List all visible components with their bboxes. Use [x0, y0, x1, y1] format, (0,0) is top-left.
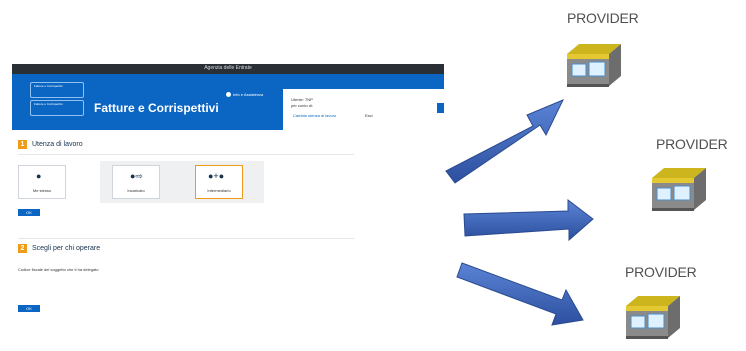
provider-building-icon-2 [652, 168, 706, 211]
provider-label-2: PROVIDER [656, 136, 728, 152]
provider-label-1: PROVIDER [567, 10, 639, 26]
provider-building-icon-1 [567, 44, 621, 87]
provider-label-3: PROVIDER [625, 264, 697, 280]
provider-building-icon-3 [626, 296, 680, 339]
arrow-to-provider-2 [463, 198, 594, 242]
arrow-to-provider-3 [456, 262, 584, 326]
arrow-to-provider-1 [445, 99, 565, 184]
